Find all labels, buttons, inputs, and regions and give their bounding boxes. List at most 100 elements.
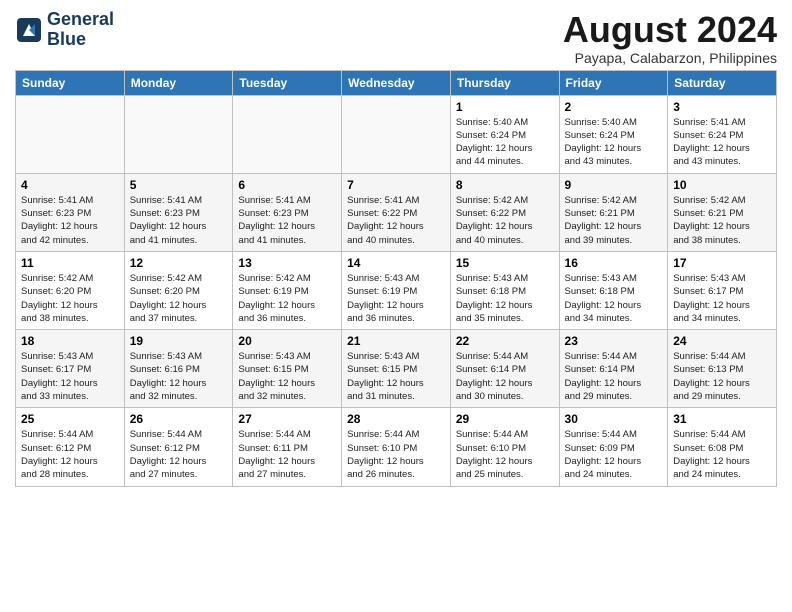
day-cell: 1 Sunrise: 5:40 AM Sunset: 6:24 PM Daylig… bbox=[450, 95, 559, 173]
header: General Blue August 2024 Payapa, Calabar… bbox=[15, 10, 777, 66]
week-row-2: 11 Sunrise: 5:42 AM Sunset: 6:20 PM Dayli… bbox=[16, 251, 777, 329]
week-row-1: 4 Sunrise: 5:41 AM Sunset: 6:23 PM Daylig… bbox=[16, 173, 777, 251]
day-cell: 11 Sunrise: 5:42 AM Sunset: 6:20 PM Dayli… bbox=[16, 251, 125, 329]
day-info: Sunrise: 5:41 AM Sunset: 6:24 PM Dayligh… bbox=[673, 116, 771, 169]
day-info: Sunrise: 5:41 AM Sunset: 6:23 PM Dayligh… bbox=[238, 194, 336, 247]
day-info: Sunrise: 5:44 AM Sunset: 6:12 PM Dayligh… bbox=[21, 428, 119, 481]
day-cell: 25 Sunrise: 5:44 AM Sunset: 6:12 PM Dayli… bbox=[16, 408, 125, 486]
day-info: Sunrise: 5:44 AM Sunset: 6:10 PM Dayligh… bbox=[456, 428, 554, 481]
header-wednesday: Wednesday bbox=[342, 70, 451, 95]
day-cell: 26 Sunrise: 5:44 AM Sunset: 6:12 PM Dayli… bbox=[124, 408, 233, 486]
header-thursday: Thursday bbox=[450, 70, 559, 95]
day-info: Sunrise: 5:42 AM Sunset: 6:20 PM Dayligh… bbox=[21, 272, 119, 325]
logo-text: General Blue bbox=[47, 10, 114, 50]
header-friday: Friday bbox=[559, 70, 668, 95]
day-cell: 21 Sunrise: 5:43 AM Sunset: 6:15 PM Dayli… bbox=[342, 330, 451, 408]
day-cell: 16 Sunrise: 5:43 AM Sunset: 6:18 PM Dayli… bbox=[559, 251, 668, 329]
day-info: Sunrise: 5:44 AM Sunset: 6:13 PM Dayligh… bbox=[673, 350, 771, 403]
month-title: August 2024 bbox=[563, 10, 777, 50]
week-row-3: 18Sunrise: 5:43 AM Sunset: 6:17 PM Dayli… bbox=[16, 330, 777, 408]
day-info: Sunrise: 5:43 AM Sunset: 6:19 PM Dayligh… bbox=[347, 272, 445, 325]
day-info: Sunrise: 5:43 AM Sunset: 6:15 PM Dayligh… bbox=[238, 350, 336, 403]
day-number: 24 bbox=[673, 334, 771, 348]
header-saturday: Saturday bbox=[668, 70, 777, 95]
day-cell: 31 Sunrise: 5:44 AM Sunset: 6:08 PM Dayli… bbox=[668, 408, 777, 486]
day-number: 16 bbox=[565, 256, 663, 270]
day-number: 26 bbox=[130, 412, 228, 426]
day-cell: 7 Sunrise: 5:41 AM Sunset: 6:22 PM Daylig… bbox=[342, 173, 451, 251]
day-number: 27 bbox=[238, 412, 336, 426]
day-cell: 8 Sunrise: 5:42 AM Sunset: 6:22 PM Daylig… bbox=[450, 173, 559, 251]
day-number: 14 bbox=[347, 256, 445, 270]
location: Payapa, Calabarzon, Philippines bbox=[563, 50, 777, 66]
day-number: 17 bbox=[673, 256, 771, 270]
logo: General Blue bbox=[15, 10, 114, 50]
day-number: 30 bbox=[565, 412, 663, 426]
day-number: 28 bbox=[347, 412, 445, 426]
day-cell: 13 Sunrise: 5:42 AM Sunset: 6:19 PM Dayli… bbox=[233, 251, 342, 329]
title-block: August 2024 Payapa, Calabarzon, Philippi… bbox=[563, 10, 777, 66]
day-cell: 28 Sunrise: 5:44 AM Sunset: 6:10 PM Dayli… bbox=[342, 408, 451, 486]
day-number: 2 bbox=[565, 100, 663, 114]
day-cell bbox=[124, 95, 233, 173]
day-info: Sunrise: 5:41 AM Sunset: 6:22 PM Dayligh… bbox=[347, 194, 445, 247]
day-cell: 22Sunrise: 5:44 AM Sunset: 6:14 PM Dayli… bbox=[450, 330, 559, 408]
day-number: 21 bbox=[347, 334, 445, 348]
day-cell: 6 Sunrise: 5:41 AM Sunset: 6:23 PM Daylig… bbox=[233, 173, 342, 251]
day-cell: 29 Sunrise: 5:44 AM Sunset: 6:10 PM Dayli… bbox=[450, 408, 559, 486]
day-number: 29 bbox=[456, 412, 554, 426]
day-number: 13 bbox=[238, 256, 336, 270]
day-cell: 2 Sunrise: 5:40 AM Sunset: 6:24 PM Daylig… bbox=[559, 95, 668, 173]
day-number: 31 bbox=[673, 412, 771, 426]
day-number: 15 bbox=[456, 256, 554, 270]
day-number: 1 bbox=[456, 100, 554, 114]
header-monday: Monday bbox=[124, 70, 233, 95]
day-info: Sunrise: 5:43 AM Sunset: 6:15 PM Dayligh… bbox=[347, 350, 445, 403]
day-info: Sunrise: 5:44 AM Sunset: 6:08 PM Dayligh… bbox=[673, 428, 771, 481]
day-cell: 14 Sunrise: 5:43 AM Sunset: 6:19 PM Dayli… bbox=[342, 251, 451, 329]
week-row-0: 1 Sunrise: 5:40 AM Sunset: 6:24 PM Daylig… bbox=[16, 95, 777, 173]
day-info: Sunrise: 5:42 AM Sunset: 6:20 PM Dayligh… bbox=[130, 272, 228, 325]
day-number: 4 bbox=[21, 178, 119, 192]
logo-line1: General bbox=[47, 10, 114, 30]
day-info: Sunrise: 5:42 AM Sunset: 6:22 PM Dayligh… bbox=[456, 194, 554, 247]
day-number: 7 bbox=[347, 178, 445, 192]
day-info: Sunrise: 5:44 AM Sunset: 6:11 PM Dayligh… bbox=[238, 428, 336, 481]
day-cell: 24 Sunrise: 5:44 AM Sunset: 6:13 PM Dayli… bbox=[668, 330, 777, 408]
day-info: Sunrise: 5:43 AM Sunset: 6:17 PM Dayligh… bbox=[673, 272, 771, 325]
day-number: 22 bbox=[456, 334, 554, 348]
day-cell: 30Sunrise: 5:44 AM Sunset: 6:09 PM Dayli… bbox=[559, 408, 668, 486]
day-cell: 4 Sunrise: 5:41 AM Sunset: 6:23 PM Daylig… bbox=[16, 173, 125, 251]
day-number: 9 bbox=[565, 178, 663, 192]
day-number: 23 bbox=[565, 334, 663, 348]
header-tuesday: Tuesday bbox=[233, 70, 342, 95]
day-info: Sunrise: 5:44 AM Sunset: 6:12 PM Dayligh… bbox=[130, 428, 228, 481]
day-info: Sunrise: 5:43 AM Sunset: 6:18 PM Dayligh… bbox=[456, 272, 554, 325]
day-info: Sunrise: 5:40 AM Sunset: 6:24 PM Dayligh… bbox=[565, 116, 663, 169]
day-info: Sunrise: 5:43 AM Sunset: 6:17 PM Dayligh… bbox=[21, 350, 119, 403]
day-cell bbox=[233, 95, 342, 173]
day-cell: 20Sunrise: 5:43 AM Sunset: 6:15 PM Dayli… bbox=[233, 330, 342, 408]
day-info: Sunrise: 5:41 AM Sunset: 6:23 PM Dayligh… bbox=[130, 194, 228, 247]
day-number: 10 bbox=[673, 178, 771, 192]
header-sunday: Sunday bbox=[16, 70, 125, 95]
day-info: Sunrise: 5:42 AM Sunset: 6:19 PM Dayligh… bbox=[238, 272, 336, 325]
day-number: 11 bbox=[21, 256, 119, 270]
day-number: 8 bbox=[456, 178, 554, 192]
main-container: General Blue August 2024 Payapa, Calabar… bbox=[0, 0, 792, 497]
day-info: Sunrise: 5:43 AM Sunset: 6:16 PM Dayligh… bbox=[130, 350, 228, 403]
day-info: Sunrise: 5:40 AM Sunset: 6:24 PM Dayligh… bbox=[456, 116, 554, 169]
day-number: 25 bbox=[21, 412, 119, 426]
day-info: Sunrise: 5:43 AM Sunset: 6:18 PM Dayligh… bbox=[565, 272, 663, 325]
day-number: 6 bbox=[238, 178, 336, 192]
day-info: Sunrise: 5:44 AM Sunset: 6:14 PM Dayligh… bbox=[565, 350, 663, 403]
day-cell bbox=[342, 95, 451, 173]
day-number: 5 bbox=[130, 178, 228, 192]
logo-line2: Blue bbox=[47, 30, 114, 50]
day-cell: 18Sunrise: 5:43 AM Sunset: 6:17 PM Dayli… bbox=[16, 330, 125, 408]
logo-icon bbox=[15, 16, 43, 44]
day-info: Sunrise: 5:44 AM Sunset: 6:10 PM Dayligh… bbox=[347, 428, 445, 481]
week-row-4: 25 Sunrise: 5:44 AM Sunset: 6:12 PM Dayli… bbox=[16, 408, 777, 486]
day-number: 12 bbox=[130, 256, 228, 270]
day-info: Sunrise: 5:41 AM Sunset: 6:23 PM Dayligh… bbox=[21, 194, 119, 247]
